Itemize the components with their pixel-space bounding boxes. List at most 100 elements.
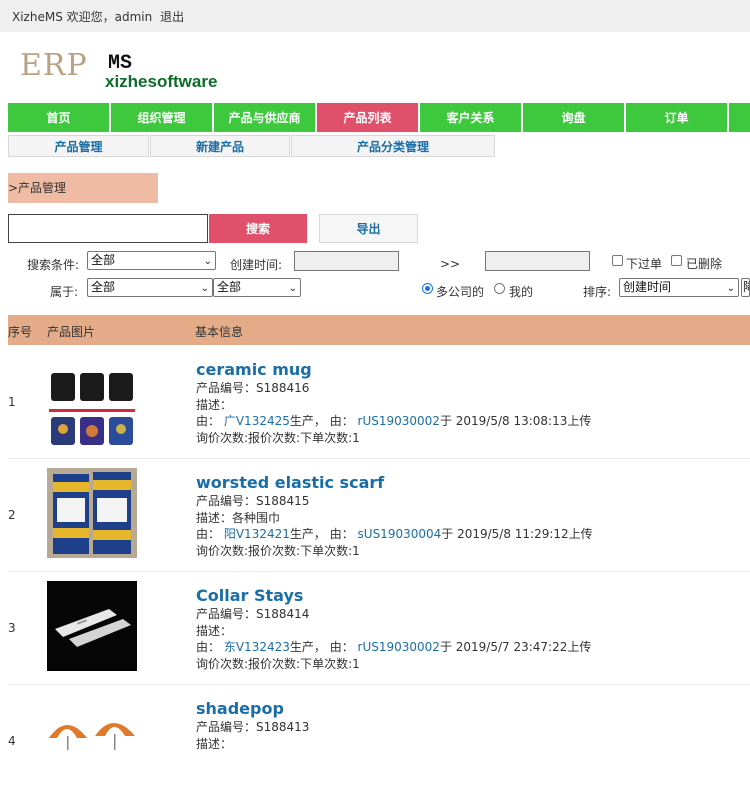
- by-label: 由：: [196, 527, 221, 541]
- sort-select[interactable]: 创建时间 ⌄: [619, 278, 739, 297]
- nav-item-customers[interactable]: 客户关系: [420, 103, 521, 132]
- product-stats: 询价次数:报价次数:下单次数:1: [196, 544, 360, 558]
- nav-item-more[interactable]: [729, 103, 750, 132]
- welcome-text: XizheMS 欢迎您，admin: [12, 10, 153, 24]
- product-title[interactable]: worsted elastic scarf: [196, 473, 384, 492]
- product-code: 产品编号：S188413: [196, 720, 310, 734]
- uploader-link[interactable]: sUS19030004: [358, 527, 442, 541]
- produced-text: 生产， 由：: [289, 527, 354, 541]
- header-image: 产品图片: [47, 325, 96, 339]
- product-description: 描述：: [196, 737, 233, 751]
- collar-stays-photo-icon[interactable]: [47, 581, 137, 671]
- nav-item-organization[interactable]: 组织管理: [111, 103, 212, 132]
- factory-link[interactable]: 阳V132421: [224, 527, 290, 541]
- header-index: 序号: [8, 325, 33, 339]
- tab-product-management[interactable]: 产品管理: [8, 135, 149, 157]
- search-input[interactable]: [8, 214, 208, 243]
- produced-text: 生产， 由：: [289, 640, 354, 654]
- logo-company: xizhesoftware: [105, 72, 218, 91]
- scarf-photo-icon[interactable]: [47, 468, 137, 558]
- nav-item-home[interactable]: 首页: [8, 103, 109, 132]
- upload-time: 于 2019/5/8 11:29:12上传: [441, 527, 593, 541]
- belong-label: 属于:: [50, 285, 79, 299]
- product-source-line: 由： 广V132425生产， 由： rUS19030002于 2019/5/8 …: [196, 412, 591, 429]
- product-description: 描述：: [196, 398, 233, 412]
- nav-item-products-suppliers[interactable]: 产品与供应商: [214, 103, 315, 132]
- nav-item-orders[interactable]: 订单: [626, 103, 727, 132]
- chevron-down-icon: ⌄: [200, 283, 209, 294]
- row-index: 2: [8, 508, 16, 522]
- scope-all-radio[interactable]: [422, 283, 433, 294]
- deleted-label: 已删除: [686, 257, 723, 271]
- table-row: 1 ceramic mug 产品编号：S188416 描述： 由： 广V1324…: [8, 345, 750, 459]
- breadcrumb: >产品管理: [8, 173, 158, 203]
- logout-link[interactable]: 退出: [160, 10, 184, 24]
- sort-label: 排序:: [583, 285, 612, 299]
- product-source-line: 由： 阳V132421生产， 由： sUS19030004于 2019/5/8 …: [196, 525, 593, 542]
- table-row: 4 shadepop 产品编号：S188413 描述：: [8, 684, 750, 797]
- row-index: 1: [8, 395, 16, 409]
- product-source-line: 由： 东V132423生产， 由： rUS19030002于 2019/5/7 …: [196, 638, 591, 655]
- top-bar: XizheMS 欢迎您，admin 退出: [0, 0, 750, 32]
- product-title[interactable]: shadepop: [196, 699, 284, 718]
- factory-link[interactable]: 东V132423: [224, 640, 290, 654]
- product-description: 描述：: [196, 624, 233, 638]
- deleted-checkbox[interactable]: [671, 255, 682, 266]
- product-title[interactable]: ceramic mug: [196, 360, 312, 379]
- scope-mine-radio[interactable]: [494, 283, 505, 294]
- sub-nav: 产品管理 新建产品 产品分类管理: [8, 135, 496, 157]
- date-to-input[interactable]: [485, 251, 590, 271]
- belong-value-1: 全部: [91, 280, 116, 294]
- search-condition-select[interactable]: 全部 ⌄: [87, 251, 216, 270]
- produced-text: 生产， 由：: [289, 414, 354, 428]
- sort-value: 创建时间: [623, 280, 672, 294]
- product-code: 产品编号：S188415: [196, 494, 310, 508]
- belong-value-2: 全部: [217, 280, 242, 294]
- scope-mine-label: 我的: [509, 285, 534, 299]
- date-from-input[interactable]: [294, 251, 399, 271]
- product-stats: 询价次数:报价次数:下单次数:1: [196, 657, 360, 671]
- nav-item-product-list[interactable]: 产品列表: [317, 103, 418, 132]
- ordered-label: 下过单: [626, 257, 663, 271]
- product-title[interactable]: Collar Stays: [196, 586, 303, 605]
- row-index: 3: [8, 621, 16, 635]
- uploader-link[interactable]: rUS19030002: [358, 640, 440, 654]
- ordered-checkbox[interactable]: [612, 255, 623, 266]
- table-row: 3 Collar Stays 产品编号：S188414 描述： 由： 东V132…: [8, 571, 750, 685]
- header-info: 基本信息: [195, 325, 244, 339]
- search-condition-value: 全部: [91, 253, 116, 267]
- tab-product-category[interactable]: 产品分类管理: [291, 135, 495, 157]
- scope-all-label: 多公司的: [436, 285, 485, 299]
- table-row: 2 worsted elastic scarf 产品编号：S188415 描述：…: [8, 458, 750, 572]
- product-code: 产品编号：S188414: [196, 607, 310, 621]
- search-condition-label: 搜索条件:: [27, 258, 80, 272]
- by-label: 由：: [196, 414, 221, 428]
- chevron-down-icon: ⌄: [288, 283, 297, 294]
- upload-time: 于 2019/5/7 23:47:22上传: [439, 640, 592, 654]
- product-code: 产品编号：S188416: [196, 381, 310, 395]
- search-button[interactable]: 搜索: [209, 214, 307, 243]
- nav-item-inquiry[interactable]: 询盘: [523, 103, 624, 132]
- sort-order-value: 降: [743, 280, 749, 294]
- factory-link[interactable]: 广V132425: [224, 414, 290, 428]
- created-time-label: 创建时间:: [230, 258, 283, 272]
- by-label: 由：: [196, 640, 221, 654]
- uploader-link[interactable]: rUS19030002: [358, 414, 440, 428]
- logo-erp: ERP: [20, 48, 88, 83]
- main-nav: 首页 组织管理 产品与供应商 产品列表 客户关系 询盘 订单: [8, 103, 750, 132]
- tab-new-product[interactable]: 新建产品: [150, 135, 290, 157]
- sort-order-select[interactable]: 降: [741, 278, 750, 297]
- product-description: 描述：各种围巾: [196, 511, 281, 525]
- table-header: 序号 产品图片 基本信息: [8, 315, 750, 345]
- umbrella-photo-icon[interactable]: [47, 712, 137, 750]
- row-index: 4: [8, 734, 16, 748]
- belong-select-1[interactable]: 全部 ⌄: [87, 278, 213, 297]
- export-button[interactable]: 导出: [319, 214, 418, 243]
- upload-time: 于 2019/5/8 13:08:13上传: [439, 414, 592, 428]
- date-range-separator: >>: [440, 257, 461, 271]
- belong-select-2[interactable]: 全部 ⌄: [213, 278, 301, 297]
- chevron-down-icon: ⌄: [726, 283, 735, 294]
- product-stats: 询价次数:报价次数:下单次数:1: [196, 431, 360, 445]
- mug-photo-icon[interactable]: [47, 355, 137, 445]
- chevron-down-icon: ⌄: [203, 256, 212, 267]
